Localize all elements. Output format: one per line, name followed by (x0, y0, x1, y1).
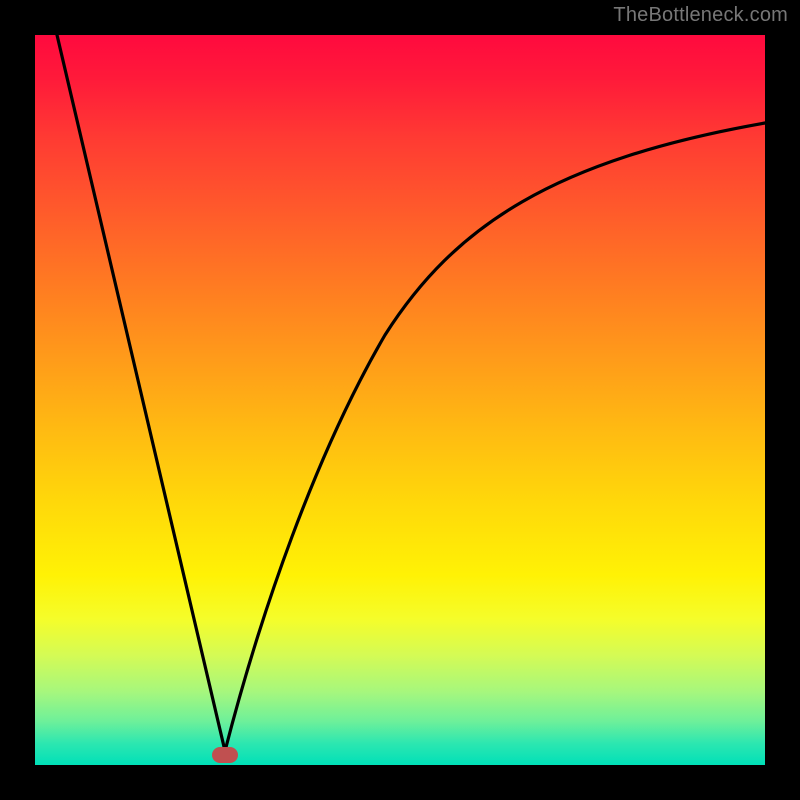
chart-frame: TheBottleneck.com (0, 0, 800, 800)
watermark-text: TheBottleneck.com (613, 4, 788, 27)
bottleneck-curve (35, 35, 765, 765)
minimum-marker (212, 747, 238, 763)
curve-right-branch (225, 123, 765, 751)
plot-area (35, 35, 765, 765)
curve-left-branch (57, 35, 225, 751)
